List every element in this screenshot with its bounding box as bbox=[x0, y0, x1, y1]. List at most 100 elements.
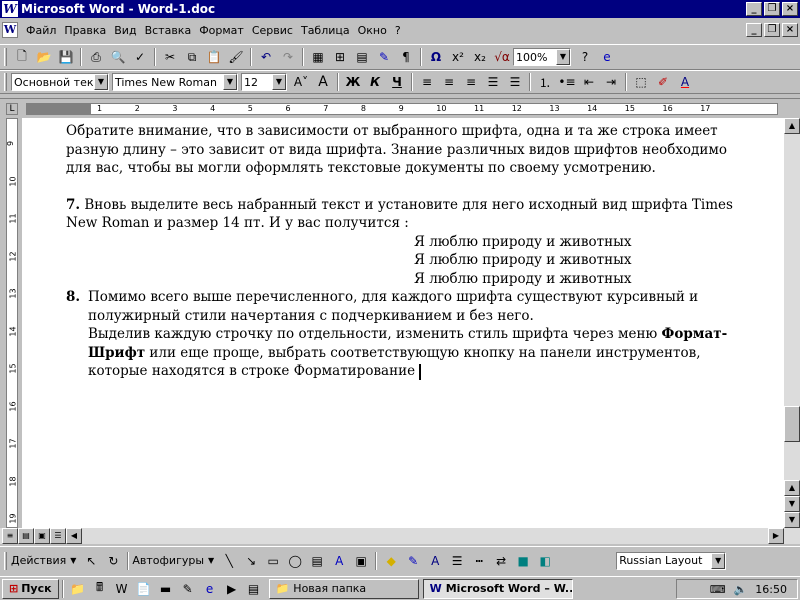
paste-icon[interactable]: 📋 bbox=[203, 46, 225, 68]
format-painter-icon[interactable]: 🖌 bbox=[225, 46, 247, 68]
scroll-thumb[interactable] bbox=[784, 406, 800, 442]
undo-icon[interactable]: ↶ bbox=[255, 46, 277, 68]
symbol-omega-icon[interactable]: Ω bbox=[425, 46, 447, 68]
menu-tools[interactable]: Сервис bbox=[248, 24, 297, 37]
horizontal-ruler[interactable]: L 1 2 3 4 5 6 7 8 9 10 11 12 13 14 15 16 17 bbox=[0, 98, 800, 118]
menu-format[interactable]: Формат bbox=[195, 24, 248, 37]
cut-icon[interactable]: ✂ bbox=[159, 46, 181, 68]
document-icon[interactable]: W bbox=[2, 22, 18, 38]
free-rotate-icon[interactable]: ↻ bbox=[102, 550, 124, 572]
insert-excel-icon[interactable]: ▤ bbox=[351, 46, 373, 68]
quicklaunch-icon[interactable]: ▬ bbox=[155, 578, 177, 600]
keyboard-icon[interactable]: ⌨ bbox=[710, 583, 726, 596]
font-size-combo[interactable]: 12 ▼ bbox=[241, 73, 287, 91]
quicklaunch-icon[interactable]: 📁 bbox=[67, 578, 89, 600]
font-color-icon[interactable]: A bbox=[424, 550, 446, 572]
menu-table[interactable]: Таблица bbox=[297, 24, 354, 37]
numbering-icon[interactable]: ⒈ bbox=[534, 71, 556, 93]
chevron-down-icon[interactable]: ▼ bbox=[70, 556, 76, 565]
document-page[interactable]: Обратите внимание, что в зависимости от … bbox=[22, 118, 784, 528]
3d-icon[interactable]: ◧ bbox=[534, 550, 556, 572]
drawing-icon[interactable]: ✎ bbox=[373, 46, 395, 68]
task-new-folder[interactable]: 📁 Новая папка bbox=[268, 578, 419, 599]
fill-color-icon[interactable]: ◆ bbox=[380, 550, 402, 572]
actions-menu[interactable]: Действия bbox=[11, 554, 66, 567]
tab-selector[interactable]: L bbox=[6, 103, 18, 115]
oval-icon[interactable]: ◯ bbox=[284, 550, 306, 572]
task-word[interactable]: W Microsoft Word – W... bbox=[422, 578, 573, 599]
line-icon[interactable]: ╲ bbox=[218, 550, 240, 572]
scroll-up-icon[interactable]: ▲ bbox=[784, 480, 800, 496]
quicklaunch-icon[interactable]: W bbox=[111, 578, 133, 600]
chevron-down-icon[interactable]: ▼ bbox=[94, 74, 108, 90]
align-right-icon[interactable]: ≡ bbox=[460, 71, 482, 93]
spelling-icon[interactable]: ✓ bbox=[129, 46, 151, 68]
word-app-icon[interactable]: W bbox=[2, 1, 18, 17]
show-hide-icon[interactable]: ¶ bbox=[395, 46, 417, 68]
menu-file[interactable]: Файл bbox=[22, 24, 60, 37]
ie-icon[interactable]: e bbox=[199, 578, 221, 600]
toolbar-grip[interactable] bbox=[4, 73, 7, 91]
language-combo[interactable]: Russian Layout ▼ bbox=[616, 551, 727, 570]
shadow-icon[interactable]: ■ bbox=[512, 550, 534, 572]
line-color-icon[interactable]: ✎ bbox=[402, 550, 424, 572]
superscript-icon[interactable]: x² bbox=[447, 46, 469, 68]
underline-button[interactable]: Ч bbox=[386, 71, 408, 93]
toolbar-grip[interactable] bbox=[4, 551, 7, 570]
chevron-down-icon[interactable]: ▼ bbox=[272, 74, 286, 90]
document-body[interactable]: Обратите внимание, что в зависимости от … bbox=[66, 122, 756, 381]
doc-restore-button[interactable]: ❐ bbox=[764, 23, 780, 37]
open-icon[interactable]: 📂 bbox=[33, 46, 55, 68]
quicklaunch-icon[interactable]: ▤ bbox=[243, 578, 265, 600]
borders-icon[interactable]: ⬚ bbox=[630, 71, 652, 93]
quicklaunch-icon[interactable]: 📄 bbox=[133, 578, 155, 600]
speaker-icon[interactable]: 🔈 bbox=[734, 583, 748, 596]
quicklaunch-icon[interactable]: ▶ bbox=[221, 578, 243, 600]
toolbar-grip[interactable] bbox=[4, 48, 7, 66]
clip-art-icon[interactable]: ▣ bbox=[350, 550, 372, 572]
zoom-combo[interactable]: 100% ▼ bbox=[513, 48, 571, 66]
restore-button[interactable]: ❐ bbox=[764, 2, 780, 16]
style-combo[interactable]: Основной текст ▼ bbox=[11, 73, 109, 91]
align-left-icon[interactable]: ≡ bbox=[416, 71, 438, 93]
new-document-icon[interactable]: 🗋 bbox=[11, 46, 33, 68]
ie-icon[interactable]: e bbox=[596, 46, 618, 68]
arrow-style-icon[interactable]: ⇄ bbox=[490, 550, 512, 572]
scroll-down-icon[interactable]: ▼ bbox=[784, 512, 800, 528]
subscript-icon[interactable]: x₂ bbox=[469, 46, 491, 68]
doc-close-button[interactable]: × bbox=[782, 23, 798, 37]
start-button[interactable]: ⊞ Пуск bbox=[2, 578, 59, 599]
menu-help[interactable]: ? bbox=[391, 24, 405, 37]
text-box-icon[interactable]: ▤ bbox=[306, 550, 328, 572]
menu-view[interactable]: Вид bbox=[110, 24, 140, 37]
save-icon[interactable]: 💾 bbox=[55, 46, 77, 68]
print-icon[interactable]: ⎙ bbox=[85, 46, 107, 68]
align-center-icon[interactable]: ≡ bbox=[438, 71, 460, 93]
wordart-icon[interactable]: A bbox=[328, 550, 350, 572]
autoshapes-menu[interactable]: Автофигуры bbox=[132, 554, 204, 567]
font-grow-icon[interactable]: A bbox=[312, 71, 334, 93]
equation-icon[interactable]: √α bbox=[491, 46, 513, 68]
minimize-button[interactable]: _ bbox=[746, 2, 762, 16]
scroll-up-icon[interactable]: ▲ bbox=[784, 118, 800, 134]
chevron-down-icon[interactable]: ▼ bbox=[711, 552, 726, 569]
rectangle-icon[interactable]: ▭ bbox=[262, 550, 284, 572]
font-shrink-icon[interactable]: A˅ bbox=[290, 71, 312, 93]
italic-button[interactable]: К bbox=[364, 71, 386, 93]
menu-insert[interactable]: Вставка bbox=[141, 24, 196, 37]
copy-icon[interactable]: ⧉ bbox=[181, 46, 203, 68]
menu-edit[interactable]: Правка bbox=[60, 24, 110, 37]
doc-minimize-button[interactable]: _ bbox=[746, 23, 762, 37]
scroll-down-icon[interactable]: ▼ bbox=[784, 496, 800, 512]
highlight-icon[interactable]: ✐ bbox=[652, 71, 674, 93]
increase-indent-icon[interactable]: ⇥ bbox=[600, 71, 622, 93]
font-color-icon[interactable]: A bbox=[674, 71, 696, 93]
scroll-right-icon[interactable]: ▶ bbox=[768, 528, 784, 544]
outline-view-icon[interactable]: ☰ bbox=[50, 528, 66, 544]
redo-icon[interactable]: ↷ bbox=[277, 46, 299, 68]
scroll-left-icon[interactable]: ◀ bbox=[66, 528, 82, 544]
font-combo[interactable]: Times New Roman ▼ bbox=[112, 73, 238, 91]
dash-style-icon[interactable]: ┅ bbox=[468, 550, 490, 572]
distributed-icon[interactable]: ☰ bbox=[504, 71, 526, 93]
chevron-down-icon[interactable]: ▼ bbox=[223, 74, 237, 90]
